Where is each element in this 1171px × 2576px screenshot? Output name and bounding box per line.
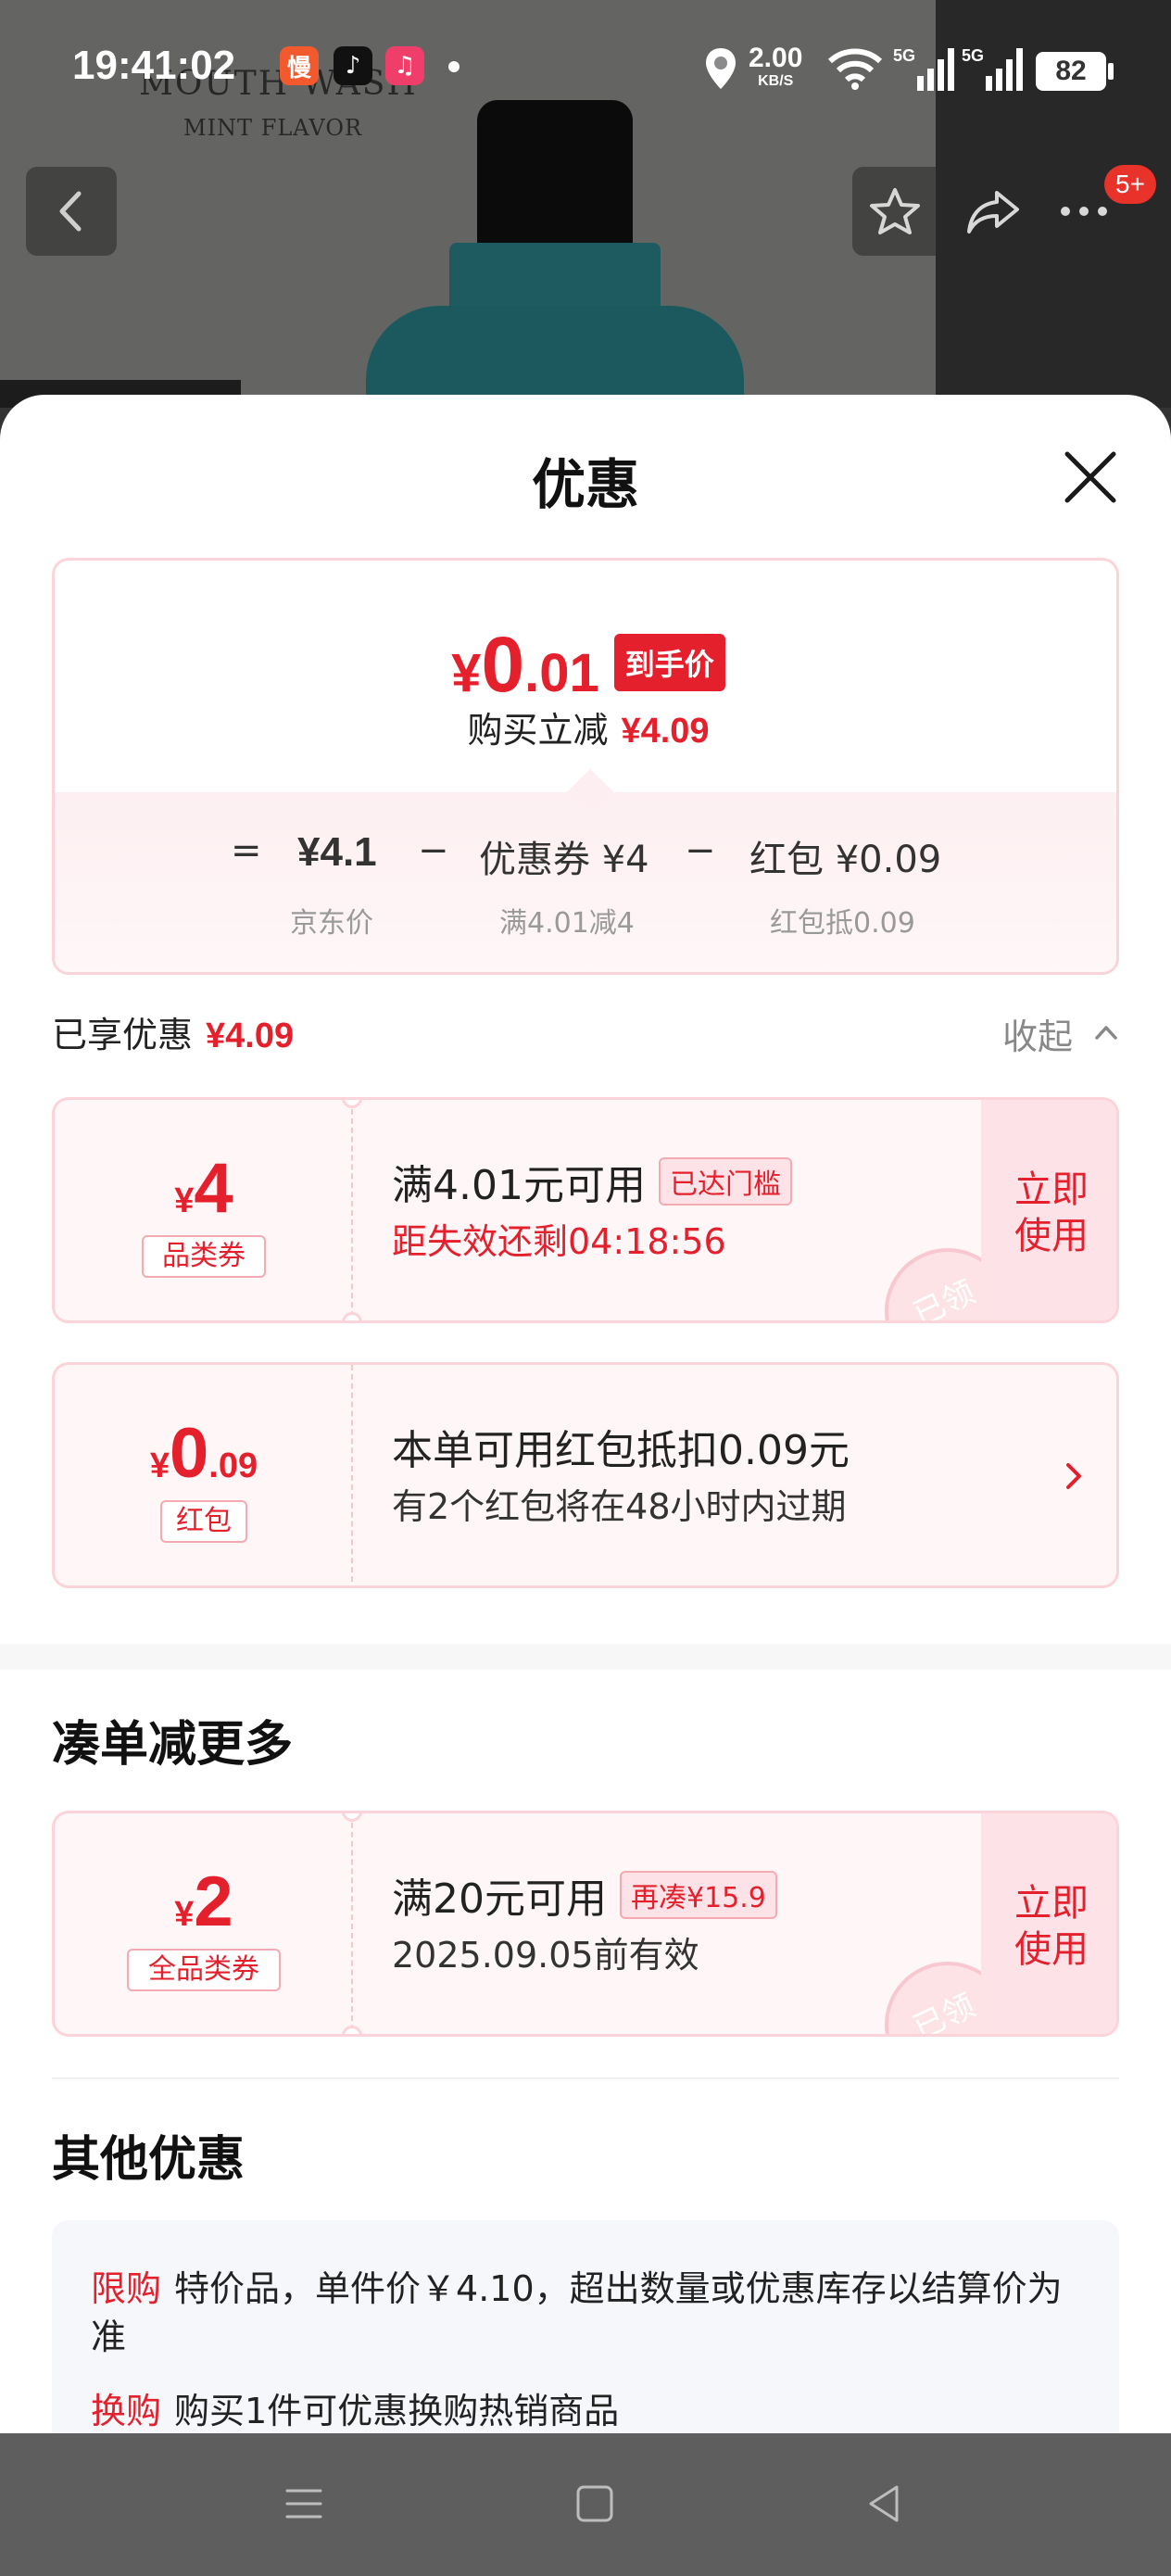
chevron-right-icon[interactable] (1055, 1448, 1092, 1504)
jd-price-label: 京东价 (290, 907, 373, 940)
signal-icon: 5G (893, 46, 954, 91)
coupon-amount-area: ¥4 品类券 (55, 1100, 353, 1320)
back-button[interactable] (26, 167, 117, 256)
svg-text:5G: 5G (962, 46, 984, 65)
tiktok-icon: ♪ (334, 46, 372, 85)
purchase-limit-note: 限购 特价品，单件价￥4.10，超出数量或优惠库存以结算价为准 (91, 2268, 1063, 2357)
star-icon[interactable] (867, 187, 923, 235)
formula-redpacket: 红包 ¥0.09 (749, 839, 942, 881)
add-more-tag: 再凑¥15.9 (620, 1871, 777, 1919)
share-icon[interactable] (965, 187, 1021, 235)
signal-icon-2: 5G (962, 46, 1023, 91)
redpacket-type-badge: 红包 (160, 1500, 247, 1543)
discount-sheet: 优惠 ¥ 0 .01 到手价 购买立减 ¥4.09 = ¥4.1 − 优惠券 ¥4… (0, 395, 1171, 2433)
sheet-title: 优惠 (531, 453, 639, 516)
exchange-purchase-note: 换购 购买1件可优惠换购热销商品 (91, 2391, 620, 2431)
coupon-divider (351, 1813, 353, 2034)
coupon-amount: ¥4 (174, 1149, 233, 1228)
man-app-icon: 慢 (280, 46, 319, 85)
all-category-coupon-card[interactable]: ¥2 全品类券 满20元可用 再凑¥15.9 2025.09.05前有效 已领 立… (52, 1811, 1119, 2037)
chevron-up-icon[interactable] (1089, 1016, 1123, 1049)
other-discount-box: 限购 特价品，单件价￥4.10，超出数量或优惠库存以结算价为准 换购 购买1件可优惠… (52, 2220, 1119, 2433)
coupon-validity: 2025.09.05前有效 (392, 1935, 699, 1976)
instant-discount-value: ¥4.09 (621, 712, 710, 751)
limit-tag: 限购 (91, 2268, 162, 2309)
formula-coupon: 优惠券 ¥4 (479, 839, 649, 881)
coupon-notch (342, 2026, 362, 2034)
threshold-reached-tag: 已达门槛 (658, 1157, 792, 1206)
use-now-button[interactable]: 立即 使用 (981, 1100, 1116, 1320)
menu-icon[interactable] (276, 2476, 332, 2532)
coupon-amount-area: ¥2 全品类券 (55, 1813, 353, 2034)
price-integer: 0 (481, 621, 525, 708)
enjoyed-value: ¥4.09 (206, 1017, 295, 1055)
price-decimal: .01 (524, 643, 599, 703)
price-currency: ¥ (451, 643, 482, 703)
redpacket-amount-area: ¥0.09 红包 (55, 1365, 353, 1585)
coupon-type-badge: 品类券 (142, 1235, 266, 1278)
category-coupon-card[interactable]: ¥4 品类券 满4.01元可用 已达门槛 距失效还剩04:18:56 已领 立即 … (52, 1097, 1119, 1323)
music-icon: ♫ (385, 46, 424, 85)
coupon-divider (351, 1365, 353, 1585)
coupon-condition: 满20元可用 再凑¥15.9 (392, 1865, 777, 1925)
battery-icon: 82 (1036, 52, 1106, 91)
chevron-left-icon (59, 191, 82, 232)
notification-dot (448, 61, 460, 72)
collapse-button[interactable]: 收起 (1002, 1008, 1073, 1059)
divider (52, 2077, 1119, 2079)
svg-text:5G: 5G (893, 46, 915, 65)
formula-minus: − (685, 829, 716, 872)
system-navigation-bar (0, 2433, 1171, 2576)
wifi-icon (827, 48, 883, 90)
battery-tip (1108, 63, 1114, 80)
section-separator (0, 1644, 1171, 1670)
message-count-badge: 5+ (1104, 165, 1156, 204)
redpacket-amount: ¥0.09 (149, 1414, 258, 1493)
price-summary-card: ¥ 0 .01 到手价 购买立减 ¥4.09 = ¥4.1 − 优惠券 ¥4 − … (52, 558, 1119, 975)
use-now-button[interactable]: 立即 使用 (981, 1813, 1116, 2034)
location-icon (706, 48, 736, 89)
final-price-tag: 到手价 (613, 634, 725, 691)
coupon-countdown: 距失效还剩04:18:56 (392, 1221, 726, 1262)
coupon-notch (342, 1312, 362, 1320)
more-icon[interactable] (1056, 187, 1112, 235)
close-icon[interactable] (1058, 445, 1123, 510)
home-icon[interactable] (567, 2476, 623, 2532)
redpacket-rule-label: 红包抵0.09 (770, 907, 915, 940)
exchange-tag: 换购 (91, 2391, 162, 2431)
coupon-amount: ¥2 (174, 1863, 233, 1941)
enjoyed-label: 已享优惠 (52, 1015, 194, 1055)
instant-discount: 购买立减 ¥4.09 (55, 701, 1116, 752)
other-discount-title: 其他优惠 (52, 2132, 246, 2188)
network-speed: 2.00 KB/S (749, 43, 803, 89)
formula-jd-price: ¥4.1 (297, 829, 377, 875)
coupon-rule-label: 满4.01减4 (499, 907, 635, 940)
final-price: ¥ 0 .01 到手价 (55, 620, 1116, 710)
product-actions-bar (852, 167, 1130, 256)
coupon-divider (351, 1100, 353, 1320)
coupon-condition: 满4.01元可用 已达门槛 (392, 1152, 792, 1211)
redpacket-description: 本单可用红包抵扣0.09元 (392, 1427, 850, 1474)
formula-minus: − (418, 829, 449, 872)
back-triangle-icon[interactable] (856, 2476, 912, 2532)
redpacket-expiry-note: 有2个红包将在48小时内过期 (392, 1486, 847, 1527)
enjoyed-discount: 已享优惠 ¥4.09 (52, 1006, 294, 1057)
redpacket-card[interactable]: ¥0.09 红包 本单可用红包抵扣0.09元 有2个红包将在48小时内过期 (52, 1362, 1119, 1588)
price-formula: = ¥4.1 − 优惠券 ¥4 − 红包 ¥0.09 (55, 829, 1116, 885)
coupon-type-badge: 全品类券 (127, 1949, 281, 1991)
formula-equals: = (231, 829, 262, 872)
instant-discount-label: 购买立减 (467, 710, 609, 751)
status-bar: 19:41:02 慢 ♪ ♫ 2.00 KB/S 5G 5G 82 (0, 28, 1171, 111)
more-discount-title: 凑单减更多 (52, 1717, 294, 1773)
status-time: 19:41:02 (72, 43, 236, 88)
